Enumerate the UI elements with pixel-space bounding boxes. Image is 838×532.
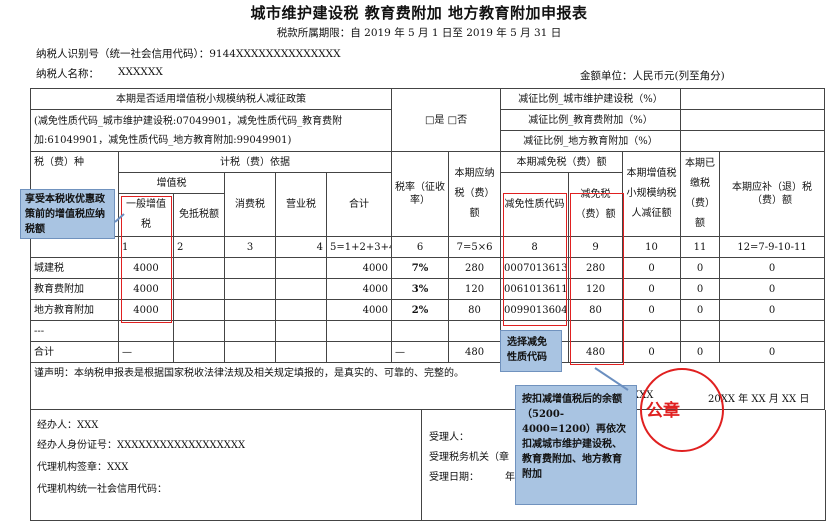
arrow-line — [594, 367, 629, 391]
arrow-layer — [114, 213, 629, 391]
arrow-line — [114, 213, 125, 223]
official-stamp-text: 公章 — [646, 401, 680, 421]
